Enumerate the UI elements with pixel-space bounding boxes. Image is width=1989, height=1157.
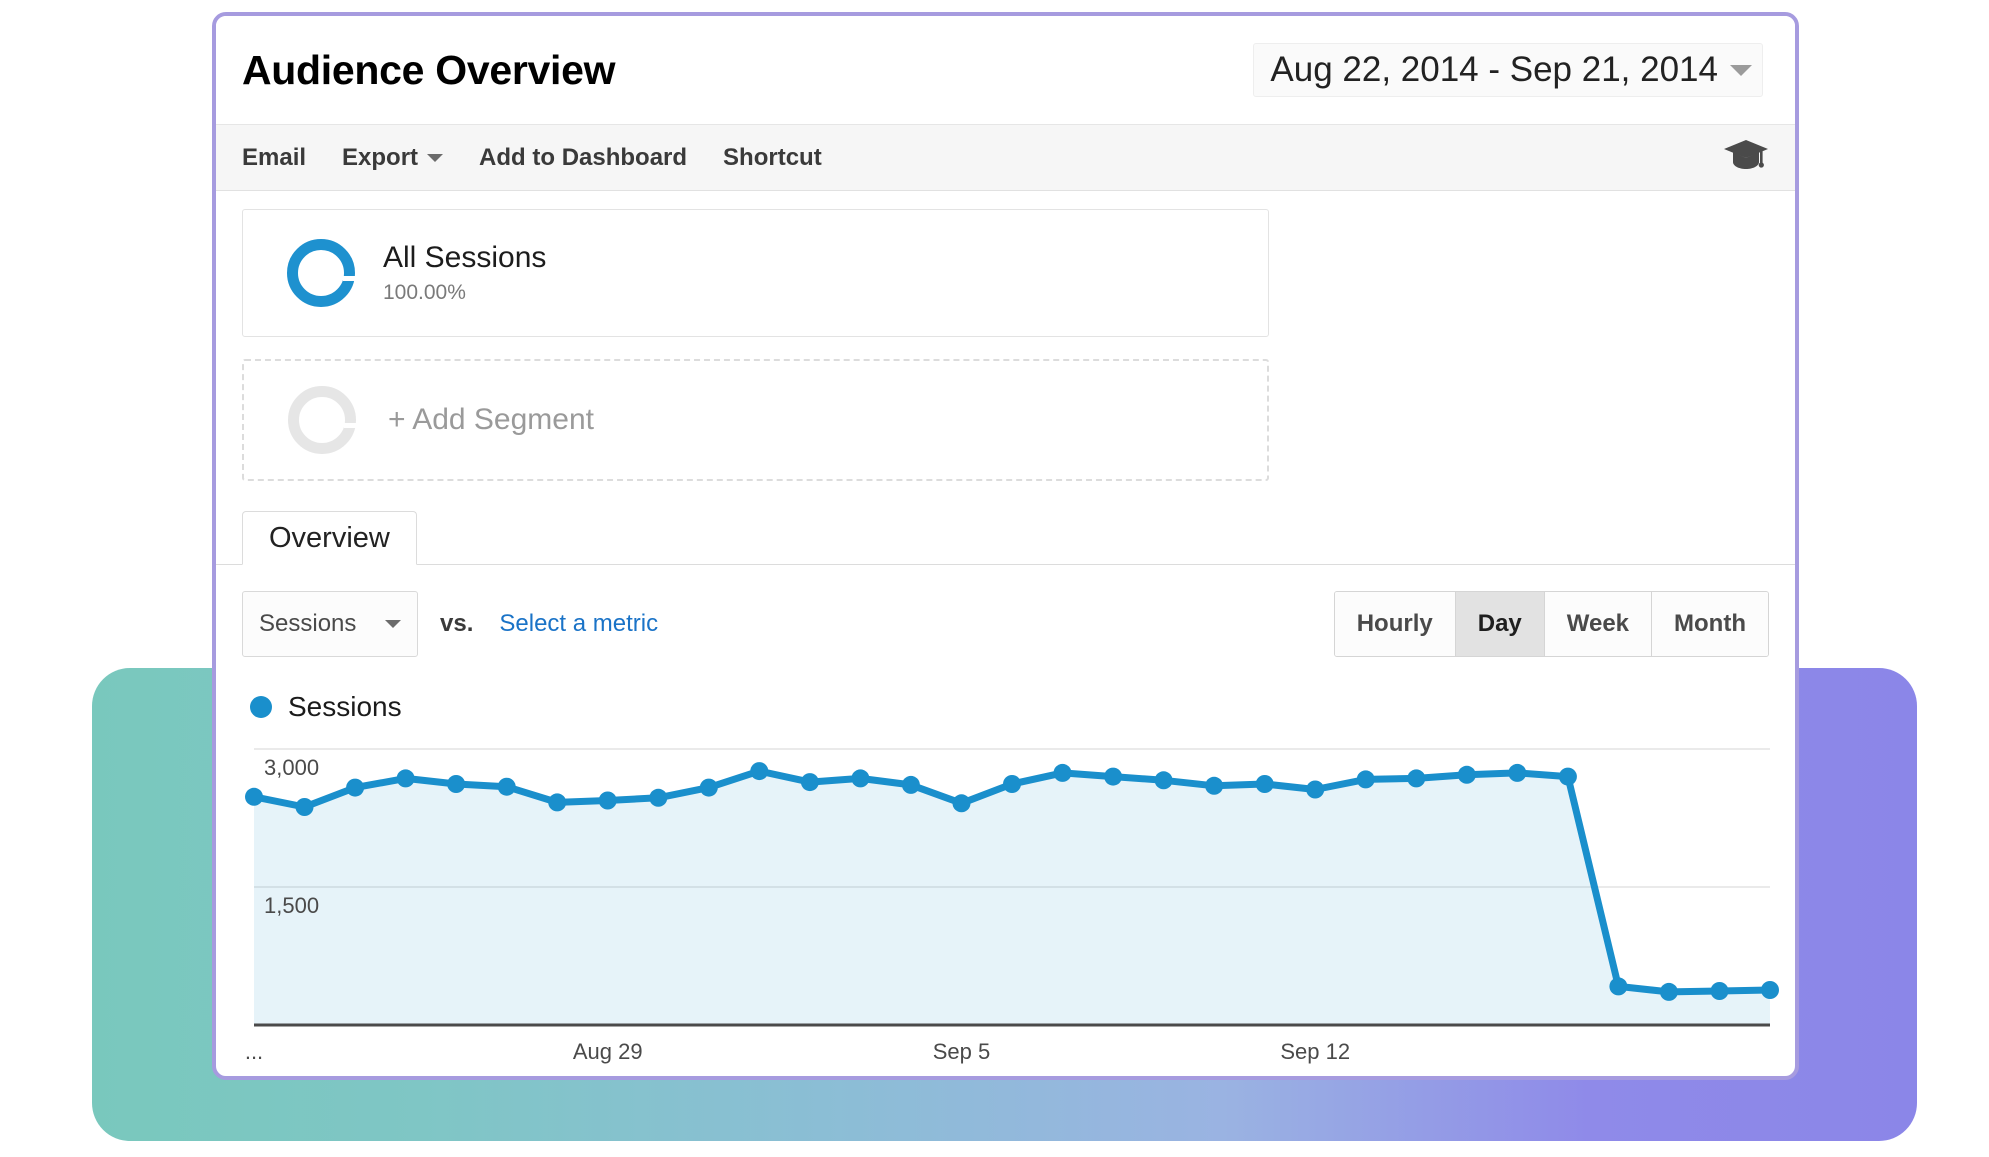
chevron-down-icon <box>427 153 444 162</box>
chevron-down-icon <box>1730 64 1752 76</box>
vs-label: vs. <box>440 610 474 637</box>
x-axis-tick-label: Sep 5 <box>932 1039 991 1064</box>
legend-series-label: Sessions <box>288 691 402 722</box>
x-axis-tick-label: Aug 29 <box>572 1039 643 1064</box>
email-button[interactable]: Email <box>242 144 306 172</box>
x-axis-tick-label: ... <box>244 1039 264 1064</box>
segments-panel: All Sessions 100.00% + Add Segment <box>216 191 1795 487</box>
granularity-day-label: Day <box>1477 610 1522 637</box>
email-label: Email <box>242 143 307 171</box>
segment-name: All Sessions <box>383 240 547 274</box>
y-axis-tick-3000: 3,000 <box>264 755 320 780</box>
shortcut-label: Shortcut <box>723 143 822 171</box>
date-range-label: Aug 22, 2014 - Sep 21, 2014 <box>1270 50 1718 89</box>
granularity-month-label: Month <box>1674 610 1746 637</box>
granularity-hourly-button[interactable]: Hourly <box>1334 592 1456 656</box>
page-title: Audience Overview <box>242 46 616 93</box>
audience-overview-card: Audience Overview Aug 22, 2014 - Sep 21,… <box>212 12 1799 1080</box>
sessions-line-chart[interactable] <box>216 737 1796 1073</box>
segment-percent: 100.00% <box>383 281 466 305</box>
sessions-chart-container: ... Aug 29 Sep 5 Sep 12 1,500 3,000 <box>216 737 1795 1073</box>
segment-all-sessions[interactable]: All Sessions 100.00% <box>242 209 1269 337</box>
primary-metric-label: Sessions <box>259 610 357 637</box>
legend-color-dot-icon <box>250 696 272 718</box>
y-axis-tick-1500: 1,500 <box>264 893 320 918</box>
granularity-week-label: Week <box>1566 610 1630 637</box>
granularity-month-button[interactable]: Month <box>1652 592 1768 656</box>
add-segment-button[interactable]: + Add Segment <box>242 359 1269 481</box>
granularity-hourly-label: Hourly <box>1356 610 1433 637</box>
segment-ring-placeholder-icon <box>288 386 357 454</box>
export-label: Export <box>342 143 419 171</box>
primary-metric-select[interactable]: Sessions <box>242 591 418 657</box>
granularity-toggle-group: Hourly Day Week Month <box>1333 591 1769 657</box>
add-to-dashboard-label: Add to Dashboard <box>479 143 688 171</box>
select-a-metric-link[interactable]: Select a metric <box>499 610 658 638</box>
segment-ring-icon <box>287 239 356 307</box>
segment-text: All Sessions 100.00% <box>383 241 546 306</box>
metric-controls: Sessions vs. Select a metric Hourly Day … <box>216 565 1795 657</box>
chart-legend: Sessions <box>216 657 1795 723</box>
chevron-down-icon <box>385 620 401 628</box>
tab-overview[interactable]: Overview <box>242 511 417 565</box>
x-axis-tick-label: Sep 12 <box>1280 1039 1351 1064</box>
graduation-cap-icon[interactable] <box>1723 138 1769 177</box>
granularity-week-button[interactable]: Week <box>1544 592 1653 656</box>
export-menu-button[interactable]: Export <box>342 143 444 172</box>
card-header: Audience Overview Aug 22, 2014 - Sep 21,… <box>216 16 1795 124</box>
tab-overview-label: Overview <box>269 521 390 554</box>
report-tabs: Overview <box>216 511 1795 565</box>
date-range-picker[interactable]: Aug 22, 2014 - Sep 21, 2014 <box>1253 43 1763 97</box>
granularity-day-button[interactable]: Day <box>1455 592 1545 656</box>
add-to-dashboard-button[interactable]: Add to Dashboard <box>479 144 687 172</box>
report-toolbar: Email Export Add to Dashboard Shortcut <box>216 124 1795 191</box>
shortcut-button[interactable]: Shortcut <box>723 144 822 172</box>
add-segment-label: + Add Segment <box>388 403 594 436</box>
